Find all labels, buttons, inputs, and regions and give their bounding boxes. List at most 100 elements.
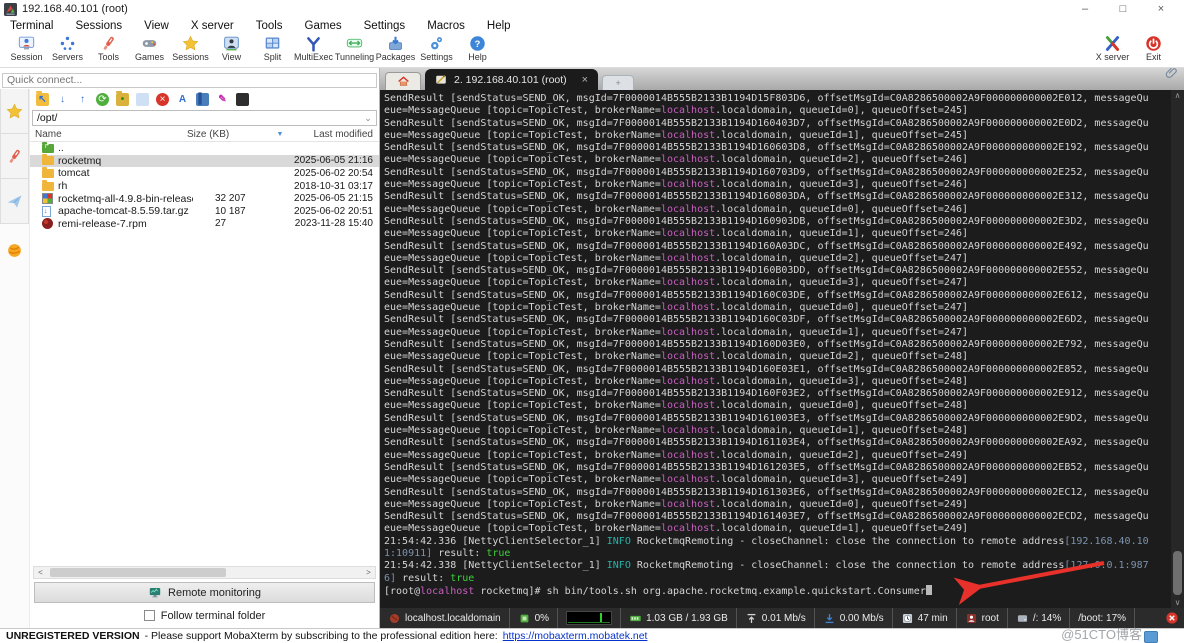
menu-games[interactable]: Games [305, 20, 342, 32]
toolbar-sessions-button[interactable]: Sessions [170, 35, 211, 62]
minimize-button[interactable]: – [1066, 3, 1104, 15]
toolbar-label: Exit [1146, 52, 1161, 62]
scroll-right-icon[interactable]: > [362, 568, 375, 577]
rename-icon[interactable]: A [176, 93, 189, 106]
menu-help[interactable]: Help [487, 20, 511, 32]
book-icon[interactable]: ▍ [196, 93, 209, 106]
toolbar-x-server-button[interactable]: X server [1092, 35, 1133, 62]
mobatek-link[interactable]: https://mobaxterm.mobatek.net [503, 630, 648, 642]
toolbar-right: X server Exit [1092, 35, 1174, 62]
packages-icon [387, 35, 405, 52]
status-0-00-mb-s: 0.00 Mb/s [815, 608, 893, 628]
scroll-up-icon[interactable]: ∧ [1171, 91, 1184, 100]
toolbar-tunneling-button[interactable]: Tunneling [334, 35, 375, 62]
menu-view[interactable]: View [144, 20, 169, 32]
file-modified: 2025-06-02 20:51 [279, 206, 379, 217]
upload-icon[interactable]: ↑ [76, 93, 89, 106]
toolbar-session-button[interactable]: Session [6, 35, 47, 62]
sftp-plane-icon[interactable] [0, 179, 29, 224]
terminal-scrollbar[interactable]: ∧ ∨ [1171, 90, 1184, 608]
paperclip-icon[interactable] [1165, 66, 1178, 84]
new-file-icon[interactable] [136, 93, 149, 106]
close-button[interactable]: × [1142, 3, 1180, 15]
file-row-rh[interactable]: rh2018-10-31 03:17 [30, 180, 379, 193]
scrollbar-thumb[interactable] [50, 568, 226, 577]
terminal-column: 2. 192.168.40.101 (root) × + SendResult … [380, 68, 1184, 628]
toolbar-view-button[interactable]: View [211, 35, 252, 62]
left-panel: ↖ ↓ ↑ ⟳ • × A ▍ ✎ ⌄ Name Size (KB) ▼ Last modifi… [0, 68, 380, 628]
toolbar-help-button[interactable]: ? Help [457, 35, 498, 62]
tab-session-active[interactable]: 2. 192.168.40.101 (root) × [425, 69, 598, 90]
tools-knife-icon[interactable] [0, 134, 29, 179]
menu-macros[interactable]: Macros [427, 20, 465, 32]
servers-icon [59, 35, 77, 52]
file-modified: 2025-06-05 21:15 [279, 193, 379, 204]
file-list-header: Name Size (KB) ▼ Last modified [30, 127, 379, 142]
monitoring-close-icon[interactable] [1165, 611, 1179, 625]
file-size: 27 [193, 218, 279, 229]
toolbar-servers-button[interactable]: Servers [47, 35, 88, 62]
path-input[interactable] [33, 112, 360, 124]
console-icon[interactable] [236, 93, 249, 106]
file-list: ..rocketmq2025-06-05 21:16tomcat2025-06-… [30, 142, 379, 230]
column-modified[interactable]: Last modified [287, 129, 379, 140]
toolbar-label: Games [135, 52, 164, 62]
horizontal-scrollbar[interactable]: < > [33, 566, 376, 579]
toolbar-label: Help [468, 52, 487, 62]
footer-message: - Please support MobaXterm by subscribin… [145, 630, 498, 642]
tab-close-icon[interactable]: × [582, 74, 588, 86]
file-row-rocketmq-all-4-9-8-bin-release-zip[interactable]: rocketmq-all-4.9.8-bin-release.zip32 207… [30, 192, 379, 205]
column-name[interactable]: Name [30, 129, 187, 140]
remote-monitoring-button[interactable]: Remote monitoring [34, 582, 375, 603]
maximize-button[interactable]: □ [1104, 3, 1142, 15]
wand-icon[interactable]: ✎ [216, 93, 229, 106]
sessions-star-icon[interactable] [0, 89, 29, 134]
toolbar-packages-button[interactable]: Packages [375, 35, 416, 62]
toolbar-settings-button[interactable]: Settings [416, 35, 457, 62]
toolbar-multiexec-button[interactable]: MultiExec [293, 35, 334, 62]
menu-sessions[interactable]: Sessions [75, 20, 122, 32]
toolbar-split-button[interactable]: Split [252, 35, 293, 62]
monitor-icon [148, 586, 162, 599]
status-label: /: 14% [1033, 613, 1061, 624]
menu-terminal[interactable]: Terminal [10, 20, 53, 32]
terminal-output[interactable]: SendResult [sendStatus=SEND_OK, msgId=7F… [380, 90, 1171, 608]
chevron-down-icon[interactable]: ⌄ [360, 113, 376, 124]
tab-home[interactable] [385, 72, 421, 90]
quick-connect-input[interactable] [2, 73, 377, 88]
status-ball-icon [388, 612, 401, 625]
scroll-left-icon[interactable]: < [34, 568, 47, 577]
file-row-remi-release-7-rpm[interactable]: remi-release-7.rpm272023-11-28 15:40 [30, 218, 379, 231]
file-row--[interactable]: .. [30, 142, 379, 155]
scroll-down-icon[interactable]: ∨ [1171, 598, 1184, 607]
new-tab-button[interactable]: + [602, 75, 634, 90]
file-row-apache-tomcat-8-5-59-tar-gz[interactable]: apache-tomcat-8.5.59.tar.gz10 1872025-06… [30, 205, 379, 218]
file-name: rocketmq [58, 155, 193, 167]
folder-icon [42, 182, 58, 191]
delete-icon[interactable]: × [156, 93, 169, 106]
file-row-tomcat[interactable]: tomcat2025-06-02 20:54 [30, 167, 379, 180]
new-folder-icon[interactable]: • [116, 93, 129, 106]
toolbar-games-button[interactable]: Games [129, 35, 170, 62]
toolbar-tools-button[interactable]: Tools [88, 35, 129, 62]
menu-settings[interactable]: Settings [364, 20, 406, 32]
window-title: 192.168.40.101 (root) [22, 3, 128, 15]
tunneling-icon [346, 35, 364, 52]
column-size[interactable]: Size (KB) [187, 129, 273, 140]
macros-ball-icon[interactable] [0, 224, 29, 276]
toolbar-label: Sessions [172, 52, 209, 62]
file-browser-toolbar: ↖ ↓ ↑ ⟳ • × A ▍ ✎ [30, 89, 379, 110]
file-row-rocketmq[interactable]: rocketmq2025-06-05 21:16 [30, 155, 379, 168]
follow-checkbox[interactable] [144, 610, 155, 621]
menu-tools[interactable]: Tools [256, 20, 283, 32]
folder-icon [42, 156, 58, 165]
terminal-scrollbar-thumb[interactable] [1173, 551, 1182, 595]
menu-x-server[interactable]: X server [191, 20, 234, 32]
toolbar-exit-button[interactable]: Exit [1133, 35, 1174, 62]
svg-text:?: ? [475, 39, 481, 49]
toolbar-left: SessionServersTools Games SessionsViewSpli… [6, 35, 498, 62]
download-icon[interactable]: ↓ [56, 93, 69, 106]
sort-indicator-icon[interactable]: ▼ [273, 131, 287, 138]
parent-dir-icon[interactable]: ↖ [36, 93, 49, 106]
refresh-icon[interactable]: ⟳ [96, 93, 109, 106]
